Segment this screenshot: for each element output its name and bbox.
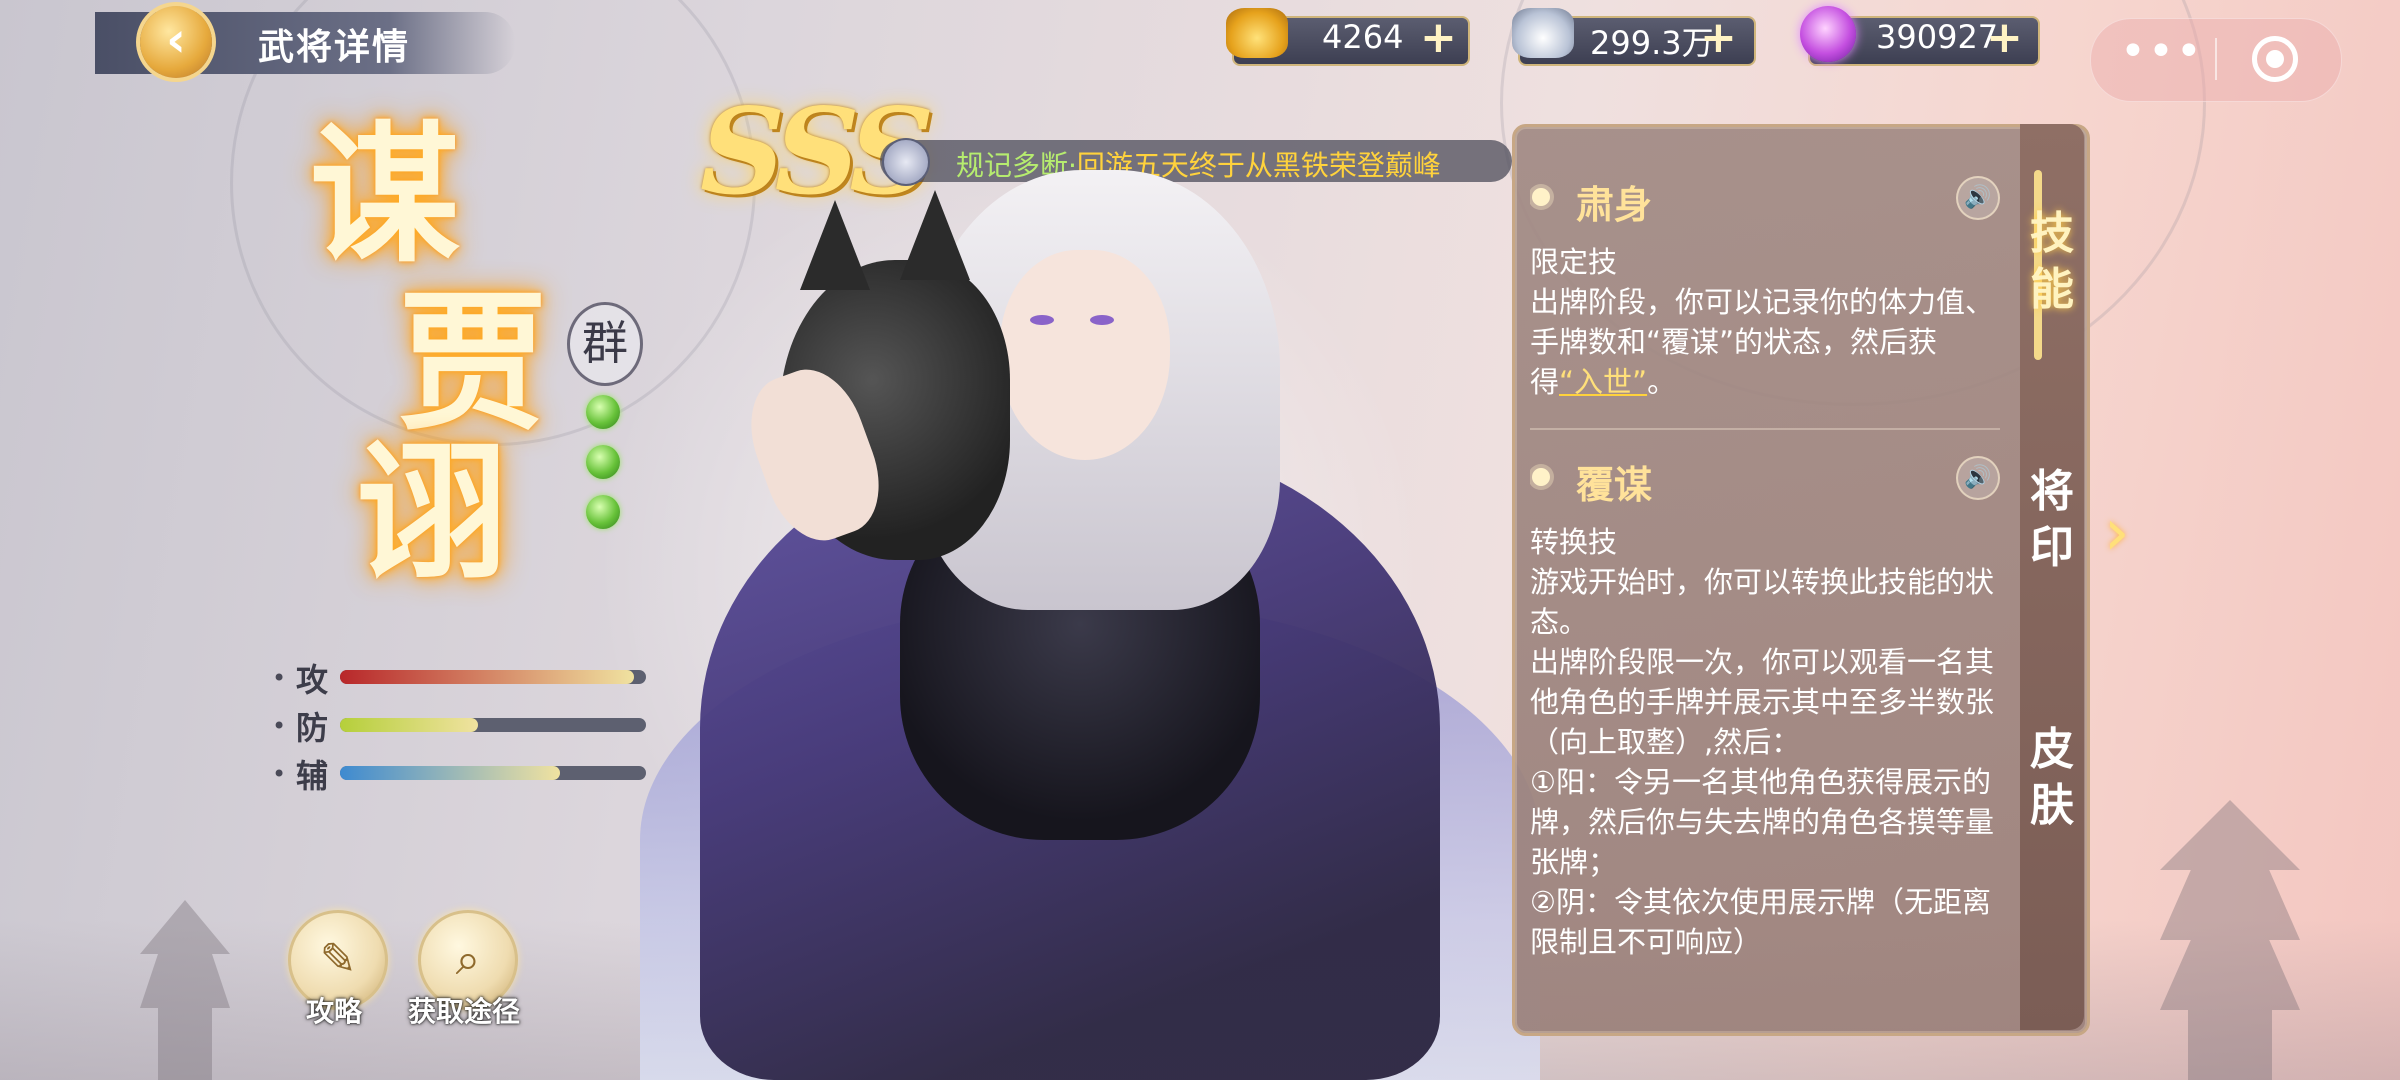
skill-item: 肃身 🔊 限定技 出牌阶段，你可以记录你的体力值、手牌数和“覆谋”的状态，然后获…: [1530, 170, 2000, 402]
orb-value: 390927: [1876, 18, 1999, 56]
skill-divider: [1530, 428, 2000, 430]
hero-name-char: 谋: [310, 107, 461, 283]
silver-add-button[interactable]: +: [1700, 12, 1737, 63]
guide-label: 攻略: [306, 995, 363, 1028]
tab-seal[interactable]: 将印: [2014, 464, 2090, 576]
tab-char: 印: [2030, 522, 2074, 573]
tab-char: 能: [2030, 264, 2074, 315]
obtain-label: 获取途径: [408, 995, 521, 1028]
skill-list[interactable]: 肃身 🔊 限定技 出牌阶段，你可以记录你的体力值、手牌数和“覆谋”的状态，然后获…: [1530, 134, 2000, 990]
hero-name-char: 诩: [356, 425, 507, 601]
character-eye: [1030, 315, 1054, 325]
tab-char: 将: [2030, 466, 2074, 517]
more-menu-button[interactable]: •••: [2120, 26, 2204, 77]
gold-value: 4264: [1322, 18, 1404, 56]
skill-voice-icon[interactable]: 🔊: [1956, 456, 2000, 500]
stat-bar-support: [340, 766, 646, 780]
back-arrow-icon: ‹: [166, 12, 186, 68]
next-arrow-icon[interactable]: ›: [2104, 496, 2130, 570]
skill-desc-end: 。: [1647, 365, 1677, 399]
skill-keyword-link[interactable]: “入世”: [1559, 365, 1647, 399]
hero-name-char: 贾: [398, 275, 549, 451]
skill-voice-icon[interactable]: 🔊: [1956, 176, 2000, 220]
stat-fill-support: [340, 766, 561, 780]
hero-title: 规记多断·回游五天终于从黑铁荣登巅峰: [956, 144, 1441, 184]
skill-bullet-icon: [1532, 188, 1550, 206]
skill-header: 覆谋 🔊: [1530, 450, 2000, 510]
stat-bullet: •: [272, 760, 287, 788]
tab-char: 技: [2030, 208, 2074, 259]
silver-value: 299.3万: [1590, 24, 1714, 62]
jade-icon: [586, 495, 620, 529]
jade-icon: [586, 445, 620, 479]
skill-item: 覆谋 🔊 转换技 游戏开始时，你可以转换此技能的状态。 出牌阶段限一次，你可以观…: [1530, 450, 2000, 962]
skill-type: 限定技: [1530, 245, 1618, 279]
stat-fill-attack: [340, 670, 634, 684]
silver-ingot-icon: [1512, 8, 1574, 58]
gold-ingot-icon: [1226, 8, 1288, 58]
capsule-divider: [2215, 38, 2217, 80]
skill-bullet-icon: [1532, 468, 1550, 486]
close-miniprogram-icon[interactable]: [2252, 36, 2298, 82]
stat-label-attack: 攻: [296, 661, 329, 699]
gold-add-button[interactable]: +: [1420, 12, 1457, 63]
skill-type: 转换技: [1530, 525, 1618, 559]
stat-bullet: •: [272, 664, 287, 692]
character-face: [1000, 250, 1170, 460]
skill-header: 肃身 🔊: [1530, 170, 2000, 230]
wolf-ear: [800, 200, 870, 290]
faction-badge: 群: [567, 302, 643, 386]
stat-label-support: 辅: [296, 757, 329, 795]
page-title: 武将详情: [258, 27, 411, 68]
back-button[interactable]: ‹: [140, 6, 212, 78]
orb-add-button[interactable]: +: [1986, 12, 2023, 63]
stat-bar-defense: [340, 718, 646, 732]
tab-char: 皮: [2030, 724, 2074, 775]
tab-skills[interactable]: 技能: [2014, 206, 2090, 318]
skill-description: 游戏开始时，你可以转换此技能的状态。 出牌阶段限一次，你可以观看一名其他角色的手…: [1530, 565, 1995, 959]
character-eye: [1090, 315, 1114, 325]
tab-char: 肤: [2030, 780, 2074, 831]
stat-bar-attack: [340, 670, 646, 684]
purple-orb-icon: [1800, 6, 1856, 62]
wolf-ear: [900, 190, 970, 280]
stat-fill-defense: [340, 718, 478, 732]
jade-icon: [586, 395, 620, 429]
skill-name: 覆谋: [1576, 463, 1653, 507]
skill-description: 出牌阶段，你可以记录你的体力值、手牌数和“覆谋”的状态，然后获得“入世”。: [1530, 282, 2000, 402]
stat-bullet: •: [272, 712, 287, 740]
tab-skins[interactable]: 皮肤: [2014, 722, 2090, 834]
skill-name: 肃身: [1576, 183, 1653, 227]
stat-label-defense: 防: [296, 709, 329, 747]
title-emblem-icon: [882, 138, 930, 186]
